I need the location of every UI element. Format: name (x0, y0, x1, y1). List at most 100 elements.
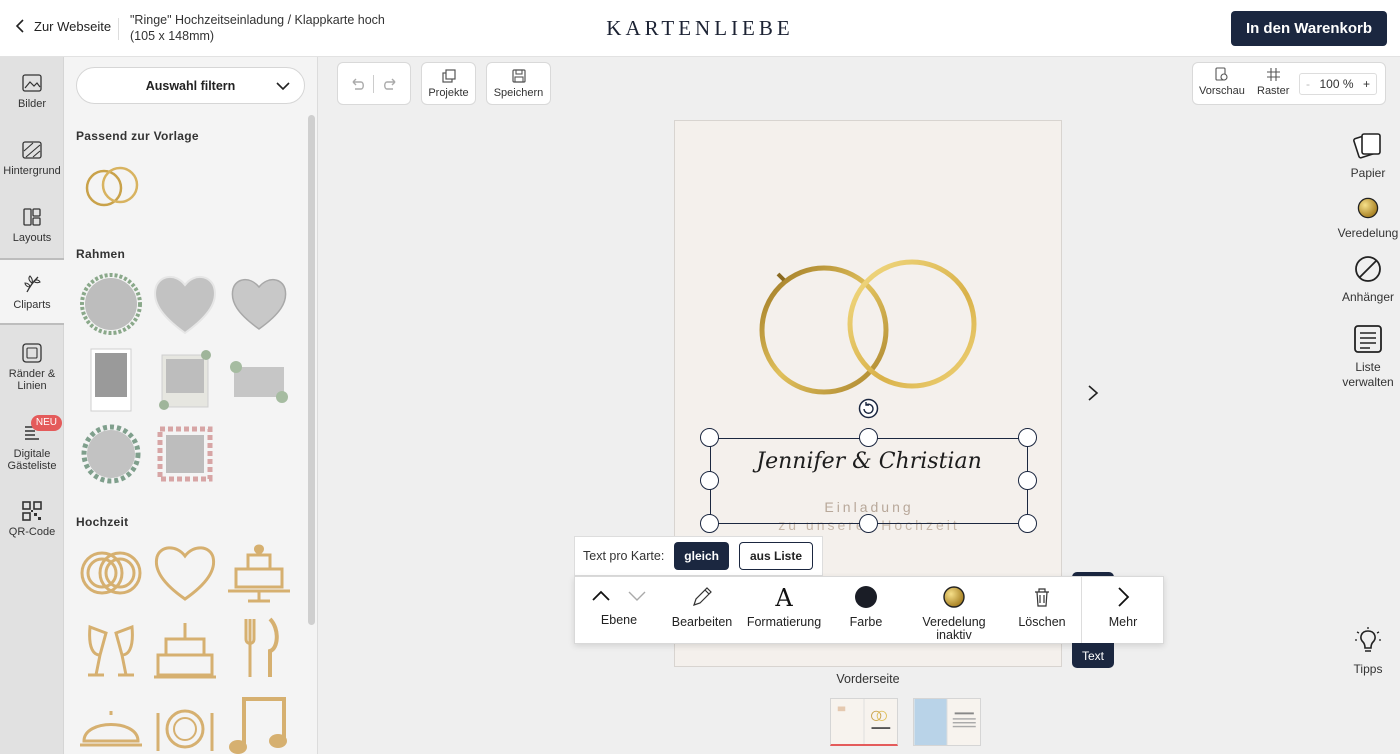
zoom-in-button[interactable]: + (1363, 77, 1370, 91)
rail-item-background[interactable]: Hintergrund (0, 124, 64, 191)
resize-handle-top-right[interactable] (1018, 428, 1037, 447)
back-label: Zur Webseite (34, 18, 112, 34)
cloche-icon (80, 711, 142, 747)
rings-outline-icon (80, 551, 142, 595)
polaroid-frame-icon (90, 348, 132, 412)
eucalyptus-wreath-icon (81, 424, 141, 484)
format-button[interactable]: A Formatierung (745, 585, 823, 629)
clipart-champagne-glasses[interactable] (76, 613, 146, 683)
zoom-out-button[interactable]: - (1306, 77, 1310, 91)
right-rail-paper[interactable]: Papier (1336, 130, 1400, 181)
text-per-card-selector: Text pro Karte: gleich aus Liste (574, 536, 823, 576)
clipart-heart-outline-frame[interactable] (224, 269, 294, 339)
resize-handle-top[interactable] (859, 428, 878, 447)
rail-item-digital-guestlist[interactable]: NEU Digitale Gästeliste (0, 413, 64, 480)
rotate-handle-icon[interactable] (858, 398, 879, 419)
tiered-cake-icon (154, 623, 216, 679)
delete-button[interactable]: Löschen (1011, 585, 1073, 629)
preview-button[interactable]: Vorschau (1199, 67, 1245, 97)
clipart-rose-square-frame[interactable] (150, 419, 220, 489)
option-same-button[interactable]: gleich (674, 542, 729, 570)
clipart-floral-landscape-frame[interactable] (224, 345, 294, 415)
clipart-polaroid-frame[interactable] (76, 345, 146, 415)
resize-handle-bottom[interactable] (859, 514, 878, 533)
clipart-heart-frame[interactable] (150, 269, 220, 339)
clipart-wedding-cake-stand[interactable] (224, 537, 294, 607)
clipart-plate-cutlery[interactable] (150, 689, 220, 754)
add-to-cart-button[interactable]: In den Warenkorb (1231, 11, 1387, 46)
paper-icon (1353, 133, 1381, 159)
clipart-gold-rings[interactable] (76, 151, 146, 221)
chevron-down-icon[interactable] (626, 585, 648, 607)
grid-icon (1266, 68, 1280, 81)
right-rail-tips[interactable]: Tipps (1336, 626, 1400, 677)
rail-item-qr-code[interactable]: QR-Code (0, 485, 64, 552)
clipart-tiered-cake[interactable] (150, 613, 220, 683)
save-button[interactable]: Speichern (486, 62, 551, 105)
no-tag-icon (1355, 256, 1381, 282)
redo-icon[interactable] (381, 75, 399, 93)
frame-icon (22, 342, 42, 363)
projects-button[interactable]: Projekte (421, 62, 476, 105)
clipart-wedding-rings[interactable] (76, 537, 146, 607)
filter-dropdown[interactable]: Auswahl filtern (76, 67, 305, 104)
section-title-frames: Rahmen (76, 247, 126, 261)
rail-item-cliparts[interactable]: Cliparts (0, 258, 64, 325)
more-button[interactable]: Mehr (1097, 585, 1149, 629)
resize-handle-top-left[interactable] (700, 428, 719, 447)
color-button[interactable]: Farbe (841, 585, 891, 629)
finish-button[interactable]: Veredelung inaktiv (915, 585, 993, 642)
wreath-frame-icon (80, 273, 142, 335)
clipart-floral-square-frame[interactable] (150, 345, 220, 415)
element-type-tag: Text (1072, 643, 1114, 668)
panel-scrollbar[interactable] (308, 115, 315, 625)
trash-icon (1035, 588, 1049, 607)
gold-rings-clipart[interactable] (752, 256, 982, 396)
rail-item-borders-lines[interactable]: Ränder & Linien (0, 333, 64, 400)
back-to-website-link[interactable]: Zur Webseite (12, 18, 111, 34)
right-rail-manage-list[interactable]: Liste verwalten (1336, 324, 1400, 390)
heart-outline-frame-icon (231, 279, 287, 330)
resize-handle-right[interactable] (1018, 471, 1037, 490)
clipart-knife-fork[interactable] (224, 613, 294, 683)
layer-control[interactable]: Ebene (587, 585, 651, 627)
edit-button[interactable]: Bearbeiten (669, 585, 735, 629)
qr-icon (22, 500, 42, 521)
zoom-control[interactable]: - 100 % + (1299, 73, 1377, 95)
right-rail-finish[interactable]: Veredelung (1336, 196, 1400, 241)
gold-finish-icon (1357, 197, 1379, 219)
undo-icon[interactable] (349, 75, 367, 93)
clipart-cloche[interactable] (76, 689, 146, 754)
view-controls: Vorschau Raster - 100 % + (1192, 62, 1386, 105)
resize-handle-bottom-right[interactable] (1018, 514, 1037, 533)
page-thumbnail-inside[interactable] (913, 698, 981, 746)
clipart-eucalyptus-wreath-frame[interactable] (76, 419, 146, 489)
rail-item-images[interactable]: Bilder (0, 57, 64, 124)
heart-icon (154, 546, 216, 601)
next-page-arrow-icon[interactable] (1086, 383, 1100, 403)
list-icon (1354, 325, 1382, 353)
section-title-wedding: Hochzeit (76, 515, 129, 529)
right-rail-tag[interactable]: Anhänger (1336, 254, 1400, 305)
brand-logo[interactable]: KARTENLIEBE (560, 16, 840, 41)
clipart-heart[interactable] (150, 537, 220, 607)
chevron-up-icon[interactable] (590, 585, 612, 607)
chevron-left-icon (15, 19, 24, 33)
rail-item-layouts[interactable]: Layouts (0, 191, 64, 258)
clipart-floral-wreath-frame[interactable] (76, 269, 146, 339)
text-edit-toolbar: Ebene Bearbeiten A Formatierung Farbe Ve… (574, 576, 1164, 645)
inside-thumbnail-preview (914, 699, 976, 745)
plate-icon (156, 709, 214, 751)
text-selection-box[interactable] (710, 438, 1028, 524)
clipart-music-note[interactable] (224, 689, 294, 754)
lightbulb-icon (1355, 627, 1381, 652)
resize-handle-left[interactable] (700, 471, 719, 490)
resize-handle-bottom-left[interactable] (700, 514, 719, 533)
preview-icon (1215, 67, 1228, 81)
page-thumbnail-front[interactable] (830, 698, 898, 746)
chevron-right-icon (1118, 587, 1130, 607)
zoom-level: 100 % (1319, 77, 1354, 91)
option-from-list-button[interactable]: aus Liste (738, 542, 814, 570)
pencil-icon (693, 587, 712, 606)
grid-toggle-button[interactable]: Raster (1257, 67, 1289, 97)
